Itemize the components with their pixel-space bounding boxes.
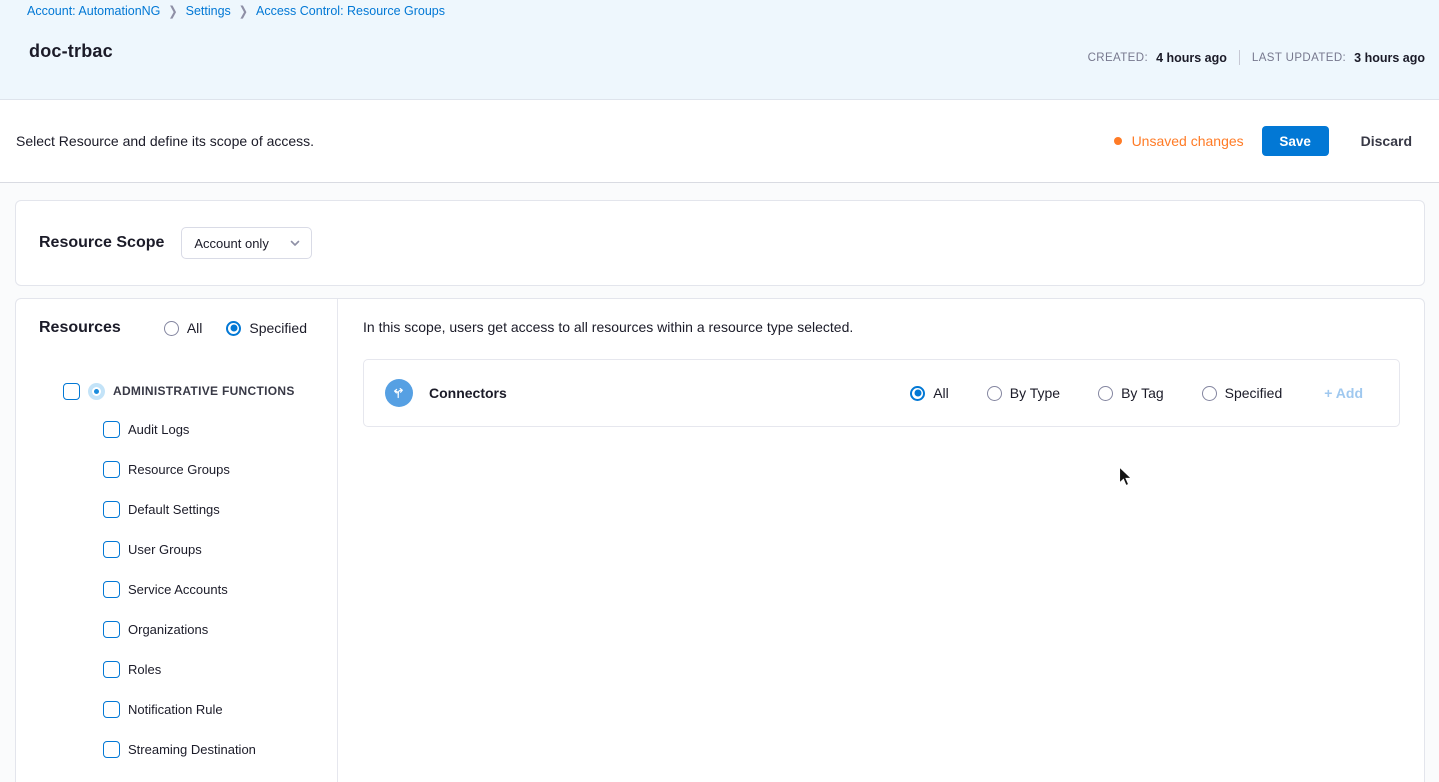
item-checkbox[interactable] [103, 420, 120, 438]
item-checkbox[interactable] [103, 580, 120, 598]
last-updated-label: LAST UPDATED: [1251, 51, 1347, 64]
connectors-by-type-radio[interactable]: By Type [986, 385, 1061, 401]
unsaved-changes-dot-icon [1113, 137, 1122, 145]
chevron-down-icon [291, 240, 300, 246]
radio-unselected-icon[interactable] [986, 385, 1002, 401]
radio-unselected-icon[interactable] [1201, 385, 1217, 401]
tree-item-resource-groups[interactable]: Resource Groups [16, 449, 336, 489]
resources-filter-specified-label: Specified [249, 320, 307, 336]
resources-heading: Resources [39, 319, 121, 336]
tree-item-label: Resource Groups [128, 461, 230, 477]
tree-item-streaming-destination[interactable]: Streaming Destination [16, 729, 336, 769]
connectors-specified-label: Specified [1224, 385, 1283, 401]
item-checkbox[interactable] [103, 660, 120, 678]
connectors-by-tag-label: By Tag [1121, 385, 1164, 401]
connectors-specified-radio[interactable]: Specified [1201, 385, 1283, 401]
scope-description: In this scope, users get access to all r… [363, 319, 854, 335]
connectors-access-radio-group: All By Type By Tag Specified [910, 385, 1282, 401]
radio-unselected-icon[interactable] [163, 320, 179, 336]
resources-filter-specified-radio[interactable]: Specified [226, 320, 307, 336]
resource-scope-dropdown[interactable]: Account only [181, 227, 313, 259]
resources-card: Resources All Specified ADMINISTRATIVE F… [15, 298, 1425, 782]
tree-group-label: ADMINISTRATIVE FUNCTIONS [113, 384, 295, 398]
item-checkbox[interactable] [103, 540, 120, 558]
toolbar-description: Select Resource and define its scope of … [16, 133, 315, 149]
tree-item-label: Notification Rule [128, 701, 223, 717]
tree-item-label: Roles [128, 661, 162, 677]
tree-item-label: User Groups [128, 541, 202, 557]
resources-filter-all-label: All [186, 320, 203, 336]
tree-item-service-accounts[interactable]: Service Accounts [16, 569, 336, 609]
created-label: CREATED: [1087, 51, 1149, 64]
resources-filter-all-radio[interactable]: All [163, 320, 203, 336]
resources-tree: ADMINISTRATIVE FUNCTIONS Audit Logs Reso… [16, 373, 336, 769]
connectors-all-radio[interactable]: All [910, 385, 949, 401]
group-checkbox[interactable] [63, 382, 80, 400]
tree-item-label: Service Accounts [128, 581, 228, 597]
breadcrumb-settings-link[interactable]: Settings [186, 4, 231, 18]
page-title: doc-trbac [29, 41, 113, 61]
item-checkbox[interactable] [103, 500, 120, 518]
resource-scope-heading: Resource Scope [39, 234, 165, 251]
resource-scope-card: Resource Scope Account only [15, 200, 1425, 286]
action-toolbar: Select Resource and define its scope of … [0, 100, 1439, 183]
tree-item-roles[interactable]: Roles [16, 649, 336, 689]
tree-item-audit-logs[interactable]: Audit Logs [16, 409, 336, 449]
tree-item-notification-rule[interactable]: Notification Rule [16, 689, 336, 729]
connectors-by-tag-radio[interactable]: By Tag [1098, 385, 1164, 401]
item-checkbox[interactable] [103, 460, 120, 478]
connectors-all-label: All [933, 385, 949, 401]
meta-divider [1238, 50, 1240, 65]
tree-item-label: Audit Logs [128, 421, 190, 437]
tree-item-label: Organizations [128, 621, 209, 637]
connectors-icon [385, 379, 413, 407]
page-header: Account: AutomationNG ❯ Settings ❯ Acces… [0, 0, 1439, 100]
resources-panel: Resources All Specified ADMINISTRATIVE F… [16, 299, 338, 782]
unsaved-changes-label: Unsaved changes [1131, 133, 1244, 149]
connectors-label: Connectors [429, 385, 507, 401]
discard-button[interactable]: Discard [1361, 133, 1412, 149]
breadcrumb-separator-icon: ❯ [168, 4, 178, 19]
tree-item-label: Default Settings [128, 501, 220, 517]
resources-header: Resources All Specified [39, 319, 307, 337]
last-updated-value: 3 hours ago [1354, 50, 1425, 65]
resource-scope-dropdown-value: Account only [194, 235, 269, 251]
item-checkbox[interactable] [103, 740, 120, 758]
created-value: 4 hours ago [1156, 50, 1227, 65]
breadcrumb-account-link[interactable]: Account: AutomationNG [27, 4, 160, 18]
scope-detail-panel: In this scope, users get access to all r… [339, 299, 1424, 782]
radio-unselected-icon[interactable] [1098, 385, 1114, 401]
resources-filter-radio-group: All Specified [163, 320, 307, 336]
add-resources-link[interactable]: + Add [1324, 385, 1363, 401]
breadcrumb-resource-groups-link[interactable]: Access Control: Resource Groups [256, 4, 445, 18]
item-checkbox[interactable] [103, 620, 120, 638]
timestamps-meta: CREATED: 4 hours ago LAST UPDATED: 3 hou… [1088, 50, 1425, 65]
connectors-resource-row: Connectors All By Type By Tag Specified … [363, 359, 1400, 427]
radio-selected-icon[interactable] [226, 320, 242, 336]
connectors-by-type-label: By Type [1009, 385, 1061, 401]
resource-group-detail-page: Account: AutomationNG ❯ Settings ❯ Acces… [0, 0, 1439, 782]
save-button[interactable]: Save [1261, 126, 1329, 156]
group-selected-dot-icon [88, 382, 105, 400]
tree-group-administrative-functions[interactable]: ADMINISTRATIVE FUNCTIONS [16, 373, 336, 409]
item-checkbox[interactable] [103, 700, 120, 718]
breadcrumb: Account: AutomationNG ❯ Settings ❯ Acces… [27, 4, 445, 19]
tree-item-default-settings[interactable]: Default Settings [16, 489, 336, 529]
radio-selected-icon[interactable] [910, 385, 926, 401]
tree-item-user-groups[interactable]: User Groups [16, 529, 336, 569]
tree-item-label: Streaming Destination [128, 741, 256, 757]
breadcrumb-separator-icon: ❯ [238, 4, 249, 19]
tree-item-organizations[interactable]: Organizations [16, 609, 336, 649]
toolbar-actions: Unsaved changes Save Discard [1113, 126, 1412, 156]
